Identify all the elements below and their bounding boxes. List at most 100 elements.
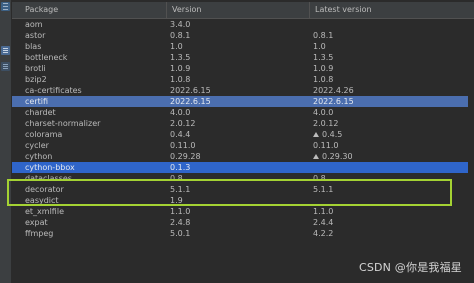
table-row[interactable]: cython-bbox 0.1.3	[12, 162, 474, 173]
package-name-cell: cython-bbox	[25, 163, 75, 172]
version-cell: 0.1.3	[170, 163, 191, 172]
latest-version-label: 2.0.12	[313, 119, 339, 128]
table-row[interactable]: blas 1.0 1.0	[12, 41, 474, 52]
table-row[interactable]: expat 2.4.8 2.4.4	[12, 217, 474, 228]
latest-version-cell: 4.2.2	[313, 228, 463, 239]
latest-version-cell: 1.0.8	[313, 74, 463, 85]
package-name-cell: bottleneck	[25, 53, 68, 62]
table-row[interactable]: ca-certificates 2022.6.15 2022.4.26	[12, 85, 474, 96]
version-cell: 4.0.0	[170, 108, 191, 117]
latest-version-cell: 0.11.0	[313, 140, 463, 151]
table-row[interactable]: et_xmlfile 1.1.0 1.1.0	[12, 206, 474, 217]
table-row[interactable]: aom 3.4.0	[12, 19, 474, 30]
latest-version-cell: 1.0.9	[313, 63, 463, 74]
column-divider[interactable]	[309, 2, 310, 18]
package-name-cell: brotli	[25, 64, 46, 73]
table-row[interactable]: cycler 0.11.0 0.11.0	[12, 140, 474, 151]
latest-version-cell: 0.8	[313, 173, 463, 184]
latest-version-label: 0.8	[313, 174, 326, 183]
package-name-cell: aom	[25, 20, 43, 29]
column-header-version[interactable]: Version	[172, 2, 201, 18]
table-header: Package Version Latest version	[12, 2, 474, 19]
version-cell: 1.0.9	[170, 64, 191, 73]
package-name-cell: colorama	[25, 130, 63, 139]
version-cell: 5.1.1	[170, 185, 191, 194]
packages-table: Package Version Latest version aom 3.4.0 a…	[12, 0, 474, 283]
latest-version-label: 1.1.0	[313, 207, 334, 216]
column-divider[interactable]	[166, 2, 167, 18]
latest-version-label: 0.29.30	[322, 152, 353, 161]
package-name-cell: cycler	[25, 141, 49, 150]
package-name-cell: cython	[25, 152, 53, 161]
table-row[interactable]: brotli 1.0.9 1.0.9	[12, 63, 474, 74]
version-cell: 0.8	[170, 174, 183, 183]
package-name-cell: dataclasses	[25, 174, 72, 183]
column-header-latest-version[interactable]: Latest version	[315, 2, 372, 18]
table-row[interactable]: chardet 4.0.0 4.0.0	[12, 107, 474, 118]
latest-version-label: 0.8.1	[313, 31, 334, 40]
version-cell: 1.0	[170, 42, 183, 51]
latest-version-cell: 0.4.5	[313, 129, 463, 140]
table-row[interactable]: ffmpeg 5.0.1 4.2.2	[12, 228, 474, 239]
table-row[interactable]: astor 0.8.1 0.8.1	[12, 30, 474, 41]
version-cell: 1.1.0	[170, 207, 191, 216]
triangle-up-icon[interactable]	[313, 132, 319, 137]
table-row[interactable]: certifi 2022.6.15 2022.6.15	[12, 96, 474, 107]
table-row[interactable]: cython 0.29.28 0.29.30	[12, 151, 474, 162]
table-row[interactable]: dataclasses 0.8 0.8	[12, 173, 474, 184]
latest-version-label: 4.2.2	[313, 229, 334, 238]
version-cell: 3.4.0	[170, 20, 191, 29]
package-name-cell: easydict	[25, 196, 59, 205]
latest-version-label: 1.3.5	[313, 53, 334, 62]
latest-version-cell: 4.0.0	[313, 107, 463, 118]
triangle-up-icon[interactable]	[313, 154, 319, 159]
latest-version-label: 2022.6.15	[313, 97, 354, 106]
version-cell: 0.11.0	[170, 141, 196, 150]
table-row[interactable]: bottleneck 1.3.5 1.3.5	[12, 52, 474, 63]
package-name-cell: certifi	[25, 97, 49, 106]
column-header-package[interactable]: Package	[25, 2, 58, 18]
latest-version-label: 5.1.1	[313, 185, 334, 194]
latest-version-label: 0.11.0	[313, 141, 339, 150]
version-cell: 1.9	[170, 196, 183, 205]
watermark: CSDN @你是我福星	[358, 261, 462, 274]
package-name-cell: bzip2	[25, 75, 47, 84]
packages-window: Package Version Latest version aom 3.4.0 a…	[0, 0, 474, 283]
left-toolbar	[0, 0, 12, 283]
latest-version-label: 4.0.0	[313, 108, 334, 117]
latest-version-label: 1.0.8	[313, 75, 334, 84]
package-name-cell: charset-normalizer	[25, 119, 101, 128]
package-name-cell: chardet	[25, 108, 56, 117]
list-icon[interactable]	[1, 2, 10, 11]
package-name-cell: expat	[25, 218, 48, 227]
package-name-cell: decorator	[25, 185, 64, 194]
version-cell: 5.0.1	[170, 229, 191, 238]
table-row[interactable]: colorama 0.4.4 0.4.5	[12, 129, 474, 140]
table-row[interactable]: bzip2 1.0.8 1.0.8	[12, 74, 474, 85]
package-name-cell: ffmpeg	[25, 229, 54, 238]
latest-version-label: 1.0	[313, 42, 326, 51]
list-icon[interactable]	[1, 46, 10, 55]
latest-version-cell: 1.1.0	[313, 206, 463, 217]
package-name-cell: ca-certificates	[25, 86, 82, 95]
latest-version-cell: 2022.6.15	[313, 96, 463, 107]
version-cell: 1.0.8	[170, 75, 191, 84]
latest-version-cell: 2.4.4	[313, 217, 463, 228]
version-cell: 0.8.1	[170, 31, 191, 40]
table-row[interactable]: decorator 5.1.1 5.1.1	[12, 184, 474, 195]
version-cell: 2.4.8	[170, 218, 191, 227]
latest-version-label: 2.4.4	[313, 218, 334, 227]
latest-version-cell: 0.8.1	[313, 30, 463, 41]
table-row[interactable]: charset-normalizer 2.0.12 2.0.12	[12, 118, 474, 129]
latest-version-cell: 0.29.30	[313, 151, 463, 162]
vertical-scrollbar[interactable]	[468, 19, 474, 283]
table-row[interactable]: easydict 1.9	[12, 195, 474, 206]
latest-version-cell: 2.0.12	[313, 118, 463, 129]
latest-version-cell: 2022.4.26	[313, 85, 463, 96]
latest-version-label: 1.0.9	[313, 64, 334, 73]
version-cell: 2.0.12	[170, 119, 196, 128]
latest-version-label: 0.4.5	[322, 130, 343, 139]
list-icon[interactable]	[1, 62, 10, 71]
package-name-cell: blas	[25, 42, 42, 51]
table-body: aom 3.4.0 astor 0.8.1 0.8.1 blas 1.0 1.0 bottlen…	[12, 19, 474, 239]
